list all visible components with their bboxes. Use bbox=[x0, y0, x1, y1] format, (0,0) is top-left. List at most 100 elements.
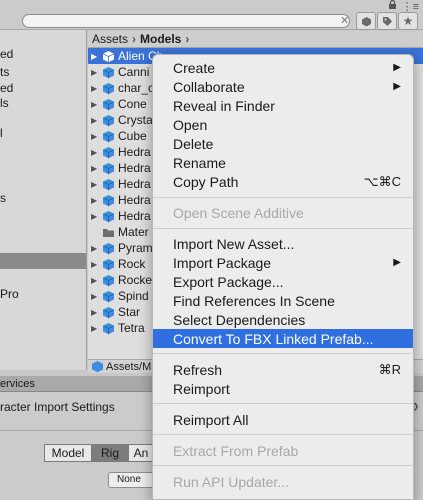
cube-filter-icon bbox=[361, 16, 371, 26]
asset-name: Hedra bbox=[118, 193, 151, 207]
expand-arrow-icon[interactable]: ▶ bbox=[91, 52, 101, 61]
breadcrumb-models[interactable]: Models bbox=[140, 32, 181, 46]
model-cube-icon bbox=[102, 290, 115, 302]
breadcrumb-chevron-icon: › bbox=[185, 32, 190, 46]
asset-name: Hedra bbox=[118, 161, 151, 175]
tree-item[interactable]: s bbox=[0, 191, 6, 205]
tree-item[interactable]: l bbox=[0, 126, 3, 140]
tree-item[interactable]: ed bbox=[0, 47, 13, 61]
expand-arrow-icon[interactable]: ▶ bbox=[91, 196, 101, 205]
expand-arrow-icon[interactable]: ▶ bbox=[91, 308, 101, 317]
expand-arrow-icon[interactable]: ▶ bbox=[91, 324, 101, 333]
menu-item-reimport[interactable]: Reimport bbox=[153, 379, 413, 398]
expand-arrow-icon[interactable]: ▶ bbox=[91, 148, 101, 157]
menu-separator bbox=[153, 403, 413, 404]
tree-item[interactable]: ed bbox=[0, 81, 13, 95]
model-cube-icon bbox=[102, 66, 115, 78]
menu-item-open-scene-additive: Open Scene Additive bbox=[153, 203, 413, 222]
star-icon: ★ bbox=[402, 14, 414, 28]
asset-name: Cube bbox=[118, 129, 147, 143]
menu-item-extract-from-prefab: Extract From Prefab bbox=[153, 441, 413, 460]
model-cube-icon bbox=[102, 274, 115, 286]
expand-arrow-icon[interactable]: ▶ bbox=[91, 100, 101, 109]
menu-item-select-dependencies[interactable]: Select Dependencies bbox=[153, 310, 413, 329]
menu-item-import-new-asset[interactable]: Import New Asset... bbox=[153, 234, 413, 253]
services-tab-label: ervices bbox=[0, 378, 35, 390]
expand-arrow-icon[interactable]: ▶ bbox=[91, 180, 101, 189]
tree-item[interactable]: Pro bbox=[0, 287, 19, 301]
menu-item-label: Find References In Scene bbox=[173, 292, 335, 309]
asset-name: char_c bbox=[118, 81, 155, 95]
menu-item-reveal-in-finder[interactable]: Reveal in Finder bbox=[153, 96, 413, 115]
panel-menu-icon[interactable]: ⋮≡ bbox=[402, 0, 419, 13]
expand-arrow-icon[interactable]: ▶ bbox=[91, 244, 101, 253]
menu-shortcut: ⌥⌘C bbox=[363, 173, 401, 189]
menu-item-label: Select Dependencies bbox=[173, 311, 306, 328]
breadcrumb-assets[interactable]: Assets bbox=[92, 32, 128, 46]
none-dropdown-value: None bbox=[117, 474, 141, 485]
menu-item-label: Reimport bbox=[173, 380, 230, 397]
expand-arrow-icon[interactable]: ▶ bbox=[91, 212, 101, 221]
menu-item-label: Collaborate bbox=[173, 78, 245, 95]
tree-item[interactable]: ts bbox=[0, 65, 9, 79]
breadcrumb-separator-icon: › bbox=[132, 32, 137, 46]
menu-item-label: Extract From Prefab bbox=[173, 442, 299, 459]
menu-item-label: Import Package bbox=[173, 254, 272, 271]
model-cube-icon bbox=[102, 306, 115, 318]
expand-arrow-icon[interactable]: ▶ bbox=[91, 292, 101, 301]
menu-item-export-package[interactable]: Export Package... bbox=[153, 272, 413, 291]
menu-separator bbox=[153, 434, 413, 435]
menu-item-label: Copy Path bbox=[173, 173, 239, 190]
tab-animation-label: An bbox=[133, 446, 149, 460]
menu-item-convert-to-fbx-linked-prefab[interactable]: Convert To FBX Linked Prefab... bbox=[153, 329, 413, 348]
menu-item-label: Import New Asset... bbox=[173, 235, 295, 252]
asset-name: Pyram bbox=[118, 241, 153, 255]
menu-separator bbox=[153, 228, 413, 229]
menu-item-label: Create bbox=[173, 59, 216, 76]
submenu-arrow-icon: ▶ bbox=[393, 81, 401, 92]
tree-selected-row[interactable] bbox=[0, 253, 86, 269]
menu-item-label: Reveal in Finder bbox=[173, 97, 275, 114]
filter-by-type-button[interactable] bbox=[356, 12, 376, 30]
lock-icon[interactable] bbox=[388, 0, 397, 9]
menu-item-collaborate[interactable]: Collaborate ▶ bbox=[153, 77, 413, 96]
favorites-button[interactable]: ★ bbox=[398, 12, 418, 30]
asset-path-text: Assets/M bbox=[106, 360, 152, 373]
expand-arrow-icon[interactable]: ▶ bbox=[91, 116, 101, 125]
asset-name: Canni bbox=[118, 65, 150, 79]
expand-arrow-icon[interactable]: ▶ bbox=[91, 276, 101, 285]
menu-item-rename[interactable]: Rename bbox=[153, 153, 413, 172]
tree-item[interactable]: ls bbox=[0, 96, 9, 110]
tab-model[interactable]: Model bbox=[44, 444, 92, 462]
model-cube-icon bbox=[102, 98, 115, 110]
menu-item-import-package[interactable]: Import Package ▶ bbox=[153, 253, 413, 272]
project-folder-tree: ed ts ed ls l s Pro bbox=[0, 30, 87, 370]
expand-arrow-icon[interactable]: ▶ bbox=[91, 164, 101, 173]
tab-rig[interactable]: Rig bbox=[92, 444, 128, 462]
asset-name: Hedra bbox=[118, 177, 151, 191]
model-cube-icon bbox=[102, 114, 115, 126]
materials-folder-icon bbox=[103, 228, 114, 237]
menu-item-find-references[interactable]: Find References In Scene bbox=[153, 291, 413, 310]
expand-arrow-icon[interactable]: ▶ bbox=[91, 260, 101, 269]
menu-item-create[interactable]: Create ▶ bbox=[153, 58, 413, 77]
model-cube-icon bbox=[92, 361, 103, 373]
menu-item-reimport-all[interactable]: Reimport All bbox=[153, 410, 413, 429]
tab-rig-label: Rig bbox=[100, 446, 119, 460]
menu-item-label: Convert To FBX Linked Prefab... bbox=[173, 330, 374, 347]
menu-item-label: Open bbox=[173, 116, 208, 133]
expand-arrow-icon[interactable]: ▶ bbox=[91, 84, 101, 93]
expand-arrow-icon[interactable]: ▶ bbox=[91, 68, 101, 77]
tab-model-label: Model bbox=[51, 446, 85, 460]
menu-shortcut: ⌘R bbox=[378, 361, 401, 377]
search-input[interactable] bbox=[22, 14, 350, 28]
asset-name: Star bbox=[118, 305, 141, 319]
filter-by-label-button[interactable] bbox=[377, 12, 397, 30]
tab-animation[interactable]: An bbox=[128, 444, 154, 462]
model-cube-icon bbox=[102, 210, 115, 222]
expand-arrow-icon[interactable]: ▶ bbox=[91, 132, 101, 141]
menu-item-refresh[interactable]: Refresh ⌘R bbox=[153, 360, 413, 379]
menu-item-copy-path[interactable]: Copy Path ⌥⌘C bbox=[153, 172, 413, 191]
menu-item-open[interactable]: Open bbox=[153, 115, 413, 134]
menu-item-delete[interactable]: Delete bbox=[153, 134, 413, 153]
